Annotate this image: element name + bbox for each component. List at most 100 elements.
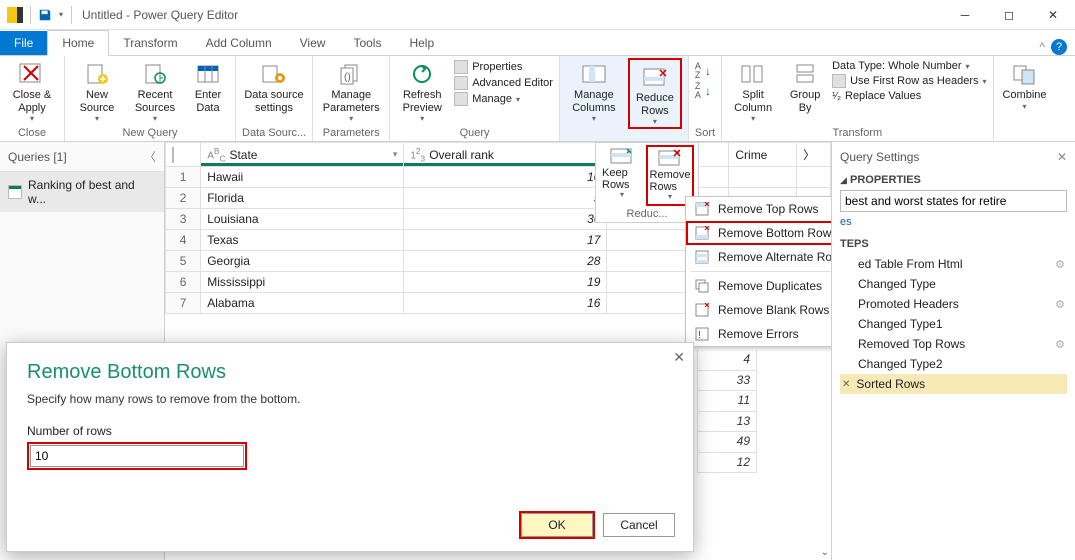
dialog-rows-label: Number of rows <box>7 410 693 440</box>
maximize-button[interactable]: ◻ <box>987 0 1031 30</box>
menu-remove-alternate-rows[interactable]: Remove Alternate Rows <box>686 245 831 269</box>
help-icon[interactable]: ? <box>1051 39 1067 55</box>
tab-view[interactable]: View <box>286 31 340 55</box>
powerbi-icon <box>7 7 23 23</box>
group-combine-label <box>1000 125 1050 141</box>
menu-remove-errors[interactable]: ! Remove Errors <box>686 322 831 346</box>
column-scroll-right[interactable]: 〉 <box>797 143 831 167</box>
menu-remove-duplicates[interactable]: Remove Duplicates <box>686 274 831 298</box>
applied-step[interactable]: Removed Top Rows⚙ <box>840 334 1067 354</box>
column-header-overall-rank[interactable]: 123Overall rank▾ <box>404 143 607 167</box>
properties-heading: PROPERTIES <box>850 174 921 186</box>
keep-rows-button[interactable]: Keep Rows▾ <box>600 145 644 206</box>
overall-cell: 12 <box>697 453 757 474</box>
group-query-label: Query <box>396 125 553 141</box>
reduce-rows-highlight: Reduce Rows▾ <box>628 58 682 129</box>
ribbon-tabs: File Home Transform Add Column View Tool… <box>0 30 1075 56</box>
group-by-button[interactable]: Group By <box>784 58 826 114</box>
query-name-input[interactable] <box>840 190 1067 212</box>
tab-home[interactable]: Home <box>47 30 109 56</box>
qat-dropdown-icon[interactable]: ▾ <box>59 10 63 19</box>
dialog-close-icon[interactable]: ✕ <box>673 349 685 366</box>
tab-transform[interactable]: Transform <box>109 31 191 55</box>
properties-button[interactable]: Properties <box>454 60 553 74</box>
applied-step[interactable]: ✕Sorted Rows <box>840 374 1067 394</box>
table-icon <box>8 185 22 199</box>
remove-rows-menu: Remove Top Rows Remove Bottom Rows Remov… <box>685 196 831 347</box>
tab-add-column[interactable]: Add Column <box>192 31 286 55</box>
column-header-crime[interactable]: Crime <box>729 143 797 167</box>
save-icon[interactable] <box>38 8 52 22</box>
applied-step[interactable]: Changed Type2 <box>840 354 1067 374</box>
applied-step[interactable]: Promoted Headers⚙ <box>840 294 1067 314</box>
column-header-state[interactable]: ABCState▾ <box>201 143 404 167</box>
group-newquery-label: New Query <box>71 125 229 141</box>
overall-cell: 13 <box>697 412 757 433</box>
query-list-item[interactable]: Ranking of best and w... <box>0 172 164 212</box>
separator <box>30 6 31 24</box>
enter-data-button[interactable]: Enter Data <box>187 58 229 114</box>
dialog-subtitle: Specify how many rows to remove from the… <box>7 388 693 410</box>
dialog-cancel-button[interactable]: Cancel <box>603 513 675 537</box>
group-close-label: Close <box>6 125 58 141</box>
scroll-down-icon[interactable]: ⌄ <box>821 547 829 558</box>
sort-desc-button[interactable]: ZA↓ <box>695 82 711 100</box>
window-title: Untitled - Power Query Editor <box>82 8 238 22</box>
applied-steps-heading: TEPS <box>840 238 869 250</box>
close-settings-icon[interactable]: ✕ <box>1057 150 1067 164</box>
group-transform-label: Transform <box>728 125 986 141</box>
separator <box>71 6 72 24</box>
number-of-rows-input[interactable] <box>30 445 244 467</box>
tab-tools[interactable]: Tools <box>339 31 395 55</box>
remove-top-icon <box>694 201 710 217</box>
overall-cell: 49 <box>697 432 757 453</box>
svg-text:(): () <box>344 72 351 83</box>
advanced-editor-button[interactable]: Advanced Editor <box>454 76 553 90</box>
first-row-headers-button[interactable]: Use First Row as Headers ▾ <box>832 74 986 88</box>
overall-cell: 4 <box>697 350 757 371</box>
applied-step[interactable]: ed Table From Html⚙ <box>840 254 1067 274</box>
applied-step[interactable]: Changed Type1 <box>840 314 1067 334</box>
reduce-rows-button[interactable]: Reduce Rows▾ <box>631 61 679 126</box>
overall-cell: 11 <box>697 391 757 412</box>
dialog-input-highlight <box>27 442 247 470</box>
manage-parameters-button[interactable]: () Manage Parameters▾ <box>319 58 383 123</box>
applied-step[interactable]: Changed Type <box>840 274 1067 294</box>
menu-remove-bottom-rows[interactable]: Remove Bottom Rows <box>686 221 831 245</box>
sort-asc-button[interactable]: AZ↓ <box>695 62 711 80</box>
recent-sources-button[interactable]: Recent Sources▾ <box>129 58 181 123</box>
all-properties-link[interactable]: es <box>840 216 852 228</box>
dialog-ok-button[interactable]: OK <box>521 513 593 537</box>
manage-columns-button[interactable]: Manage Columns▾ <box>566 58 622 123</box>
collapse-queries-icon[interactable]: 〈 <box>144 148 156 165</box>
remove-dup-icon <box>694 278 710 294</box>
svg-text:!: ! <box>698 330 701 341</box>
data-source-settings-button[interactable]: Data source settings <box>242 58 306 114</box>
close-window-button[interactable]: ✕ <box>1031 0 1075 30</box>
queries-pane-title: Queries [1] <box>8 150 67 164</box>
table-row[interactable]: 1Hawaii10 <box>166 167 831 188</box>
data-type-button[interactable]: Data Type: Whole Number ▾ <box>832 60 986 72</box>
refresh-preview-button[interactable]: Refresh Preview▾ <box>396 58 448 123</box>
menu-remove-top-rows[interactable]: Remove Top Rows <box>686 197 831 221</box>
close-apply-button[interactable]: Close & Apply▾ <box>6 58 58 123</box>
replace-values-button[interactable]: ¹⁄₂Replace Values <box>832 90 986 102</box>
remove-bottom-rows-dialog: ✕ Remove Bottom Rows Specify how many ro… <box>6 342 694 552</box>
combine-button[interactable]: Combine▾ <box>1000 58 1050 111</box>
partial-overall-cells: 43311134912 <box>697 350 757 473</box>
ribbon: Close & Apply▾ Close New Source▾ Recent … <box>0 56 1075 142</box>
settings-title: Query Settings <box>840 150 919 164</box>
remove-blank-icon <box>694 302 710 318</box>
corner-cell[interactable] <box>166 143 201 167</box>
query-settings-pane: Query Settings ✕ ◢ PROPERTIES es TEPS ed… <box>831 142 1075 560</box>
applied-steps-list: ed Table From Html⚙Changed TypePromoted … <box>840 254 1067 394</box>
menu-remove-blank-rows[interactable]: Remove Blank Rows <box>686 298 831 322</box>
tab-help[interactable]: Help <box>395 31 448 55</box>
reduce-rows-group-label: Reduc... <box>627 208 668 220</box>
minimize-button[interactable]: ─ <box>943 0 987 30</box>
collapse-ribbon-icon[interactable]: ^ <box>1039 40 1045 54</box>
tab-file[interactable]: File <box>0 31 47 55</box>
manage-button[interactable]: Manage ▾ <box>454 92 553 106</box>
new-source-button[interactable]: New Source▾ <box>71 58 123 123</box>
split-column-button[interactable]: Split Column▾ <box>728 58 778 123</box>
